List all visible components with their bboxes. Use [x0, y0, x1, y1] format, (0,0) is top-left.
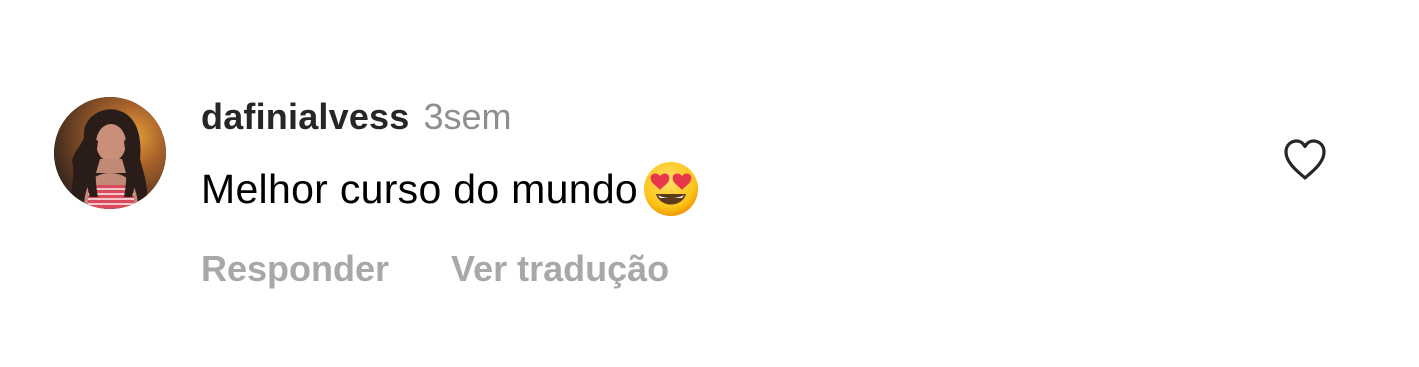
like-button[interactable]: [1282, 138, 1328, 182]
see-translation-button[interactable]: Ver tradução: [451, 248, 669, 290]
avatar[interactable]: [54, 97, 166, 209]
comment-meta: dafinialvess 3sem: [201, 96, 512, 140]
comment-actions: Responder Ver tradução: [201, 248, 669, 290]
heart-outline-icon: [1284, 139, 1326, 180]
avatar-image: [54, 97, 166, 209]
comment-time: 3sem: [423, 96, 512, 137]
reply-button[interactable]: Responder: [201, 248, 389, 290]
comment-content: Melhor curso do mundo: [201, 160, 700, 218]
username[interactable]: dafinialvess: [201, 96, 410, 138]
heart-eyes-emoji-icon: [642, 160, 700, 218]
comment-text: Melhor curso do mundo: [201, 165, 639, 212]
comment-item: dafinialvess 3sem Melhor curso do mundo: [0, 0, 1419, 367]
